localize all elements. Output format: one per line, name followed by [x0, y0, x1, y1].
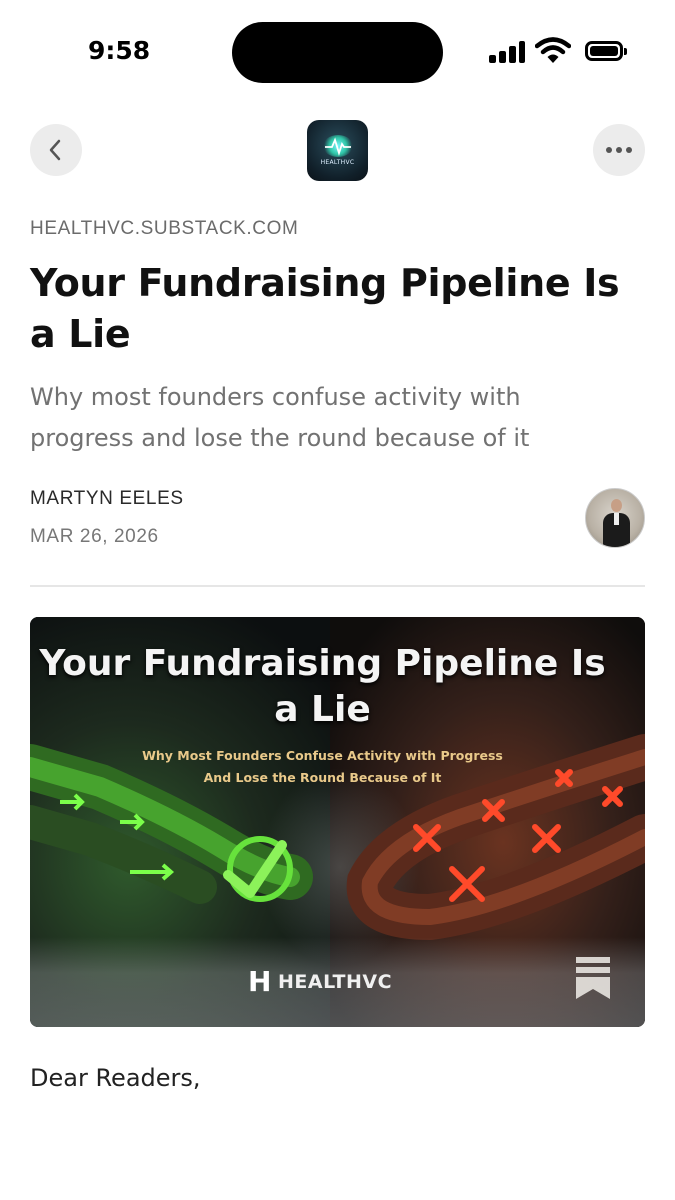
- back-button[interactable]: [30, 124, 82, 176]
- status-time: 9:58: [88, 36, 151, 65]
- bookmark-icon[interactable]: [574, 955, 612, 1001]
- article-title: Your Fundraising Pipeline Is a Lie: [30, 261, 620, 356]
- article-subtitle: Why most founders confuse activity with …: [30, 383, 530, 452]
- author-name[interactable]: MARTYN EELES: [30, 488, 184, 510]
- signal-icon: [489, 41, 525, 63]
- status-bar: 9:58: [0, 0, 675, 100]
- chevron-left-icon: [49, 139, 61, 161]
- logo-mark: [322, 135, 353, 157]
- hero-image[interactable]: Your Fundraising Pipeline Is a Lie Why M…: [30, 617, 645, 1027]
- hero-brand: H HEALTHVC: [248, 967, 392, 997]
- article-screen: 9:58 HEALTHVC HEALTHVC.SUBSTACK.COM Your…: [0, 0, 675, 1200]
- hero-tagline-line-1: Why Most Founders Confuse Activity with …: [142, 748, 503, 763]
- hero-brand-text: HEALTHVC: [278, 971, 393, 993]
- more-horizontal-icon: [606, 147, 632, 153]
- publication-logo[interactable]: HEALTHVC: [307, 120, 368, 181]
- dynamic-island: [232, 22, 443, 83]
- wifi-icon: [535, 37, 571, 63]
- hero-tagline: Why Most Founders Confuse Activity with …: [30, 745, 615, 789]
- divider: [30, 585, 645, 587]
- publication-domain[interactable]: HEALTHVC.SUBSTACK.COM: [30, 218, 298, 240]
- author-avatar[interactable]: [585, 488, 645, 548]
- hero-tagline-line-2: And Lose the Round Because of It: [203, 770, 442, 785]
- heartbeat-icon: [324, 137, 351, 156]
- post-date: MAR 26, 2026: [30, 526, 159, 547]
- logo-text: HEALTHVC: [320, 159, 355, 166]
- hero-title: Your Fundraising Pipeline Is a Lie: [39, 643, 606, 730]
- battery-icon: [585, 41, 627, 61]
- hero-brand-mark: H: [248, 965, 272, 998]
- article-body-greeting: Dear Readers,: [30, 1064, 201, 1092]
- more-button[interactable]: [593, 124, 645, 176]
